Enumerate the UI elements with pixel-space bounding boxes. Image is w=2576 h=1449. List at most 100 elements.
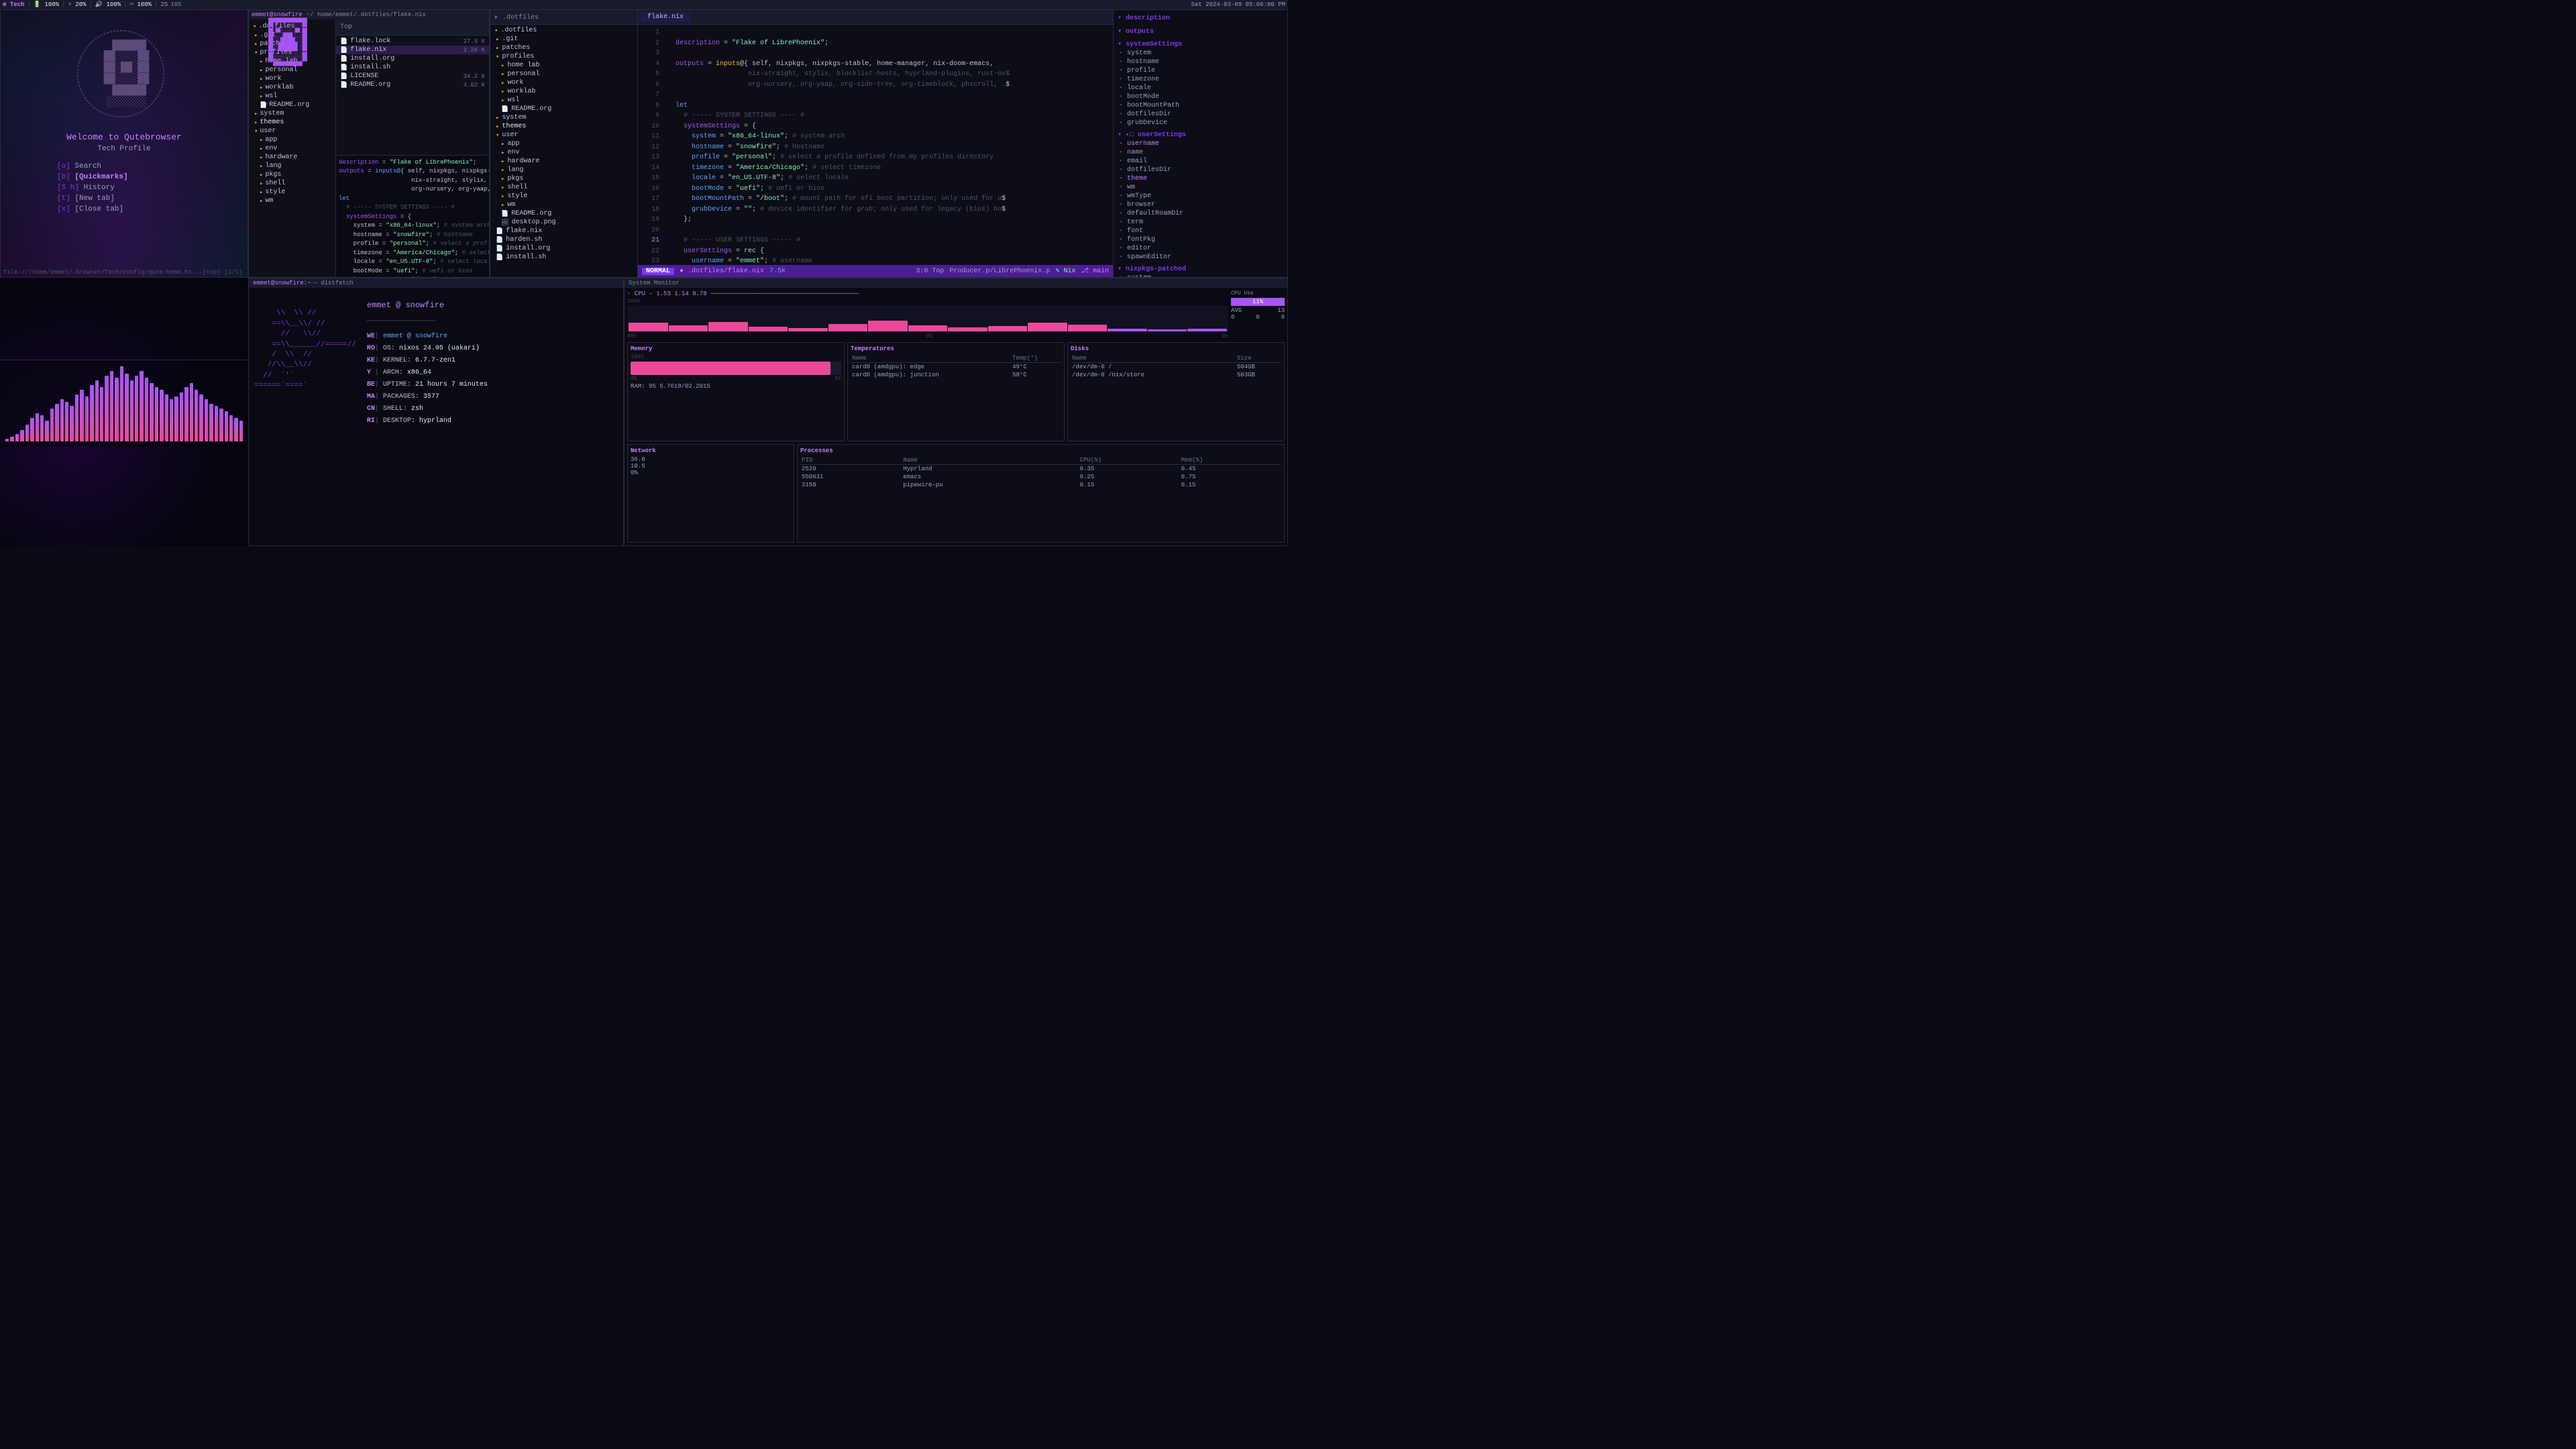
fm-tree-dotfiles[interactable]: ▾ .dotfiles <box>249 22 335 31</box>
qute-menu-closetab[interactable]: [x] [Close tab] <box>57 204 191 215</box>
folder-icon: ▾ <box>253 23 256 30</box>
fm-file-installorg[interactable]: 📄 install.org <box>336 54 489 63</box>
nvim-tree-env[interactable]: ▸ env <box>490 148 637 157</box>
nvim-tree-system[interactable]: ▸ system <box>490 113 637 122</box>
nvim-tree-homelab[interactable]: ▸ home lab <box>490 61 637 70</box>
nvim-outline-grubdevice[interactable]: · grubDevice <box>1114 119 1287 127</box>
nvim-outline-usersettings[interactable]: ▾ ▸□ userSettings <box>1114 130 1287 140</box>
nvim-tree-readme[interactable]: 📄 README.org <box>490 105 637 113</box>
nvim-outline-wmtype[interactable]: · wmType <box>1114 192 1287 201</box>
fm-tree-wsl[interactable]: ▸ wsl <box>249 92 335 101</box>
nvim-tree-pkgs[interactable]: ▸ pkgs <box>490 174 637 183</box>
nvim-tree-installorg[interactable]: 📄 install.org <box>490 244 637 253</box>
nvim-outline-fontpkg[interactable]: · fontPkg <box>1114 235 1287 244</box>
fm-file-flakenix[interactable]: 📄 flake.nix 2.26 K <box>336 46 489 54</box>
nvim-outline-editor[interactable]: · editor <box>1114 244 1287 253</box>
fm-tree-homelab[interactable]: ▸ home lab <box>249 57 335 66</box>
nvim-tree-personal[interactable]: ▸ personal <box>490 70 637 78</box>
fm-tree-user[interactable]: ▾ user <box>249 127 335 136</box>
nvim-outline-nixpkgspatched[interactable]: ▾ nixpkgs-patched <box>1114 264 1287 274</box>
nvim-tree-app[interactable]: ▸ app <box>490 140 637 148</box>
fm-tree-personal[interactable]: ▸ personal <box>249 66 335 74</box>
fm-topbar-path: ~/ home/emmet/.dotfiles/flake.nix <box>307 11 426 18</box>
nvim-outline-name[interactable]: · name <box>1114 148 1287 157</box>
folder-icon: ▸ <box>496 115 499 121</box>
fm-header: Top <box>336 19 489 36</box>
qute-menu-history[interactable]: [S h] History <box>57 182 191 193</box>
nvim-outline-hostname[interactable]: · hostname <box>1114 58 1287 66</box>
file-icon: 📄 <box>340 73 347 80</box>
qute-menu-quickmarks[interactable]: [b] [Quickmarks] <box>57 172 191 182</box>
fm-tree-app[interactable]: ▸ app <box>249 136 335 144</box>
fm-tree-wm[interactable]: ▸ wm <box>249 197 335 205</box>
nvim-outline-browser[interactable]: · browser <box>1114 201 1287 209</box>
nvim-tree-hardware[interactable]: ▸ hardware <box>490 157 637 166</box>
nvim-outline-timezone[interactable]: · timezone <box>1114 75 1287 84</box>
nvim-tree-dotfiles[interactable]: ▾ .dotfiles <box>490 26 637 35</box>
nvim-tree-lang[interactable]: ▸ lang <box>490 166 637 174</box>
nvim-outline-username[interactable]: · username <box>1114 140 1287 148</box>
nvim-tree-themes[interactable]: ▸ themes <box>490 122 637 131</box>
nvim-outline-bootmountpath[interactable]: · bootMountPath <box>1114 101 1287 110</box>
nvim-outline-sys2[interactable]: · system <box>1114 274 1287 277</box>
nvim-outline-profile[interactable]: · profile <box>1114 66 1287 75</box>
nvim-tree-worklab[interactable]: ▸ worklab <box>490 87 637 96</box>
nvim-outline-bootmode[interactable]: · bootMode <box>1114 93 1287 101</box>
nvim-outline-font[interactable]: · font <box>1114 227 1287 235</box>
fm-tree-git[interactable]: ▸ .git <box>249 31 335 40</box>
fm-tree-profiles[interactable]: ▾ profiles <box>249 48 335 57</box>
fm-file-license[interactable]: 📄 LICENSE 34.2 K <box>336 72 489 80</box>
nvim-outline-wm[interactable]: · wm <box>1114 183 1287 192</box>
nvim-tree-style[interactable]: ▸ style <box>490 192 637 201</box>
sysmon-disks-panel: Disks Name Size /dev/dm-0 / 504GB <box>1067 342 1285 441</box>
nvim-tree-installsh[interactable]: 📄 install.sh <box>490 253 637 262</box>
topbar-ws1[interactable]: 2S <box>160 1 168 8</box>
folder-icon: ▸ <box>254 111 258 117</box>
fm-file-installsh[interactable]: 📄 install.sh <box>336 63 489 72</box>
nvim-outline-theme[interactable]: · theme <box>1114 174 1287 183</box>
fm-tree-pkgs[interactable]: ▸ pkgs <box>249 170 335 179</box>
nvim-tree-profiles[interactable]: ▾ profiles <box>490 52 637 61</box>
fm-tree-shell[interactable]: ▸ shell <box>249 179 335 188</box>
fm-tree-patches[interactable]: ▸ patches <box>249 40 335 48</box>
topbar-ws2[interactable]: 10S <box>170 1 181 8</box>
nvim-code-content: description = "Flake of LibrePhoenix"; o… <box>662 25 1113 265</box>
file-icon: 📄 <box>340 38 347 45</box>
nvim-tree-wsl[interactable]: ▸ wsl <box>490 96 637 105</box>
fm-tree-env[interactable]: ▸ env <box>249 144 335 153</box>
fm-file-readmeorg[interactable]: 📄 README.org 4.02 K <box>336 80 489 89</box>
nvim-tree-shell[interactable]: ▸ shell <box>490 183 637 192</box>
nvim-tab-flakenix[interactable]: flake.nix <box>641 12 690 22</box>
nvim-outline-dotfilesdir1[interactable]: · dotfilesDir <box>1114 110 1287 119</box>
nvim-tree-hardensh[interactable]: 📄 harden.sh <box>490 235 637 244</box>
fm-tree-worklab[interactable]: ▸ worklab <box>249 83 335 92</box>
fm-tree-style[interactable]: ▸ style <box>249 188 335 197</box>
fm-tree-system[interactable]: ▸ system <box>249 109 335 118</box>
nvim-outline-dotfilesdir2[interactable]: · dotfilesDir <box>1114 166 1287 174</box>
fm-file-flakelock[interactable]: 📄 flake.lock 27.5 K <box>336 37 489 46</box>
neo-topbar-cmd: — distfetch <box>313 280 353 286</box>
fm-tree-hardware[interactable]: ▸ hardware <box>249 153 335 162</box>
qute-menu-search[interactable]: [o] Search <box>57 161 191 172</box>
nvim-tree-readme2[interactable]: 📄 README.org <box>490 209 637 218</box>
nvim-tree-desktoppng[interactable]: 🖼 desktop.png <box>490 218 637 227</box>
fm-tree-readme1[interactable]: 📄 README.org <box>249 101 335 109</box>
nvim-tree-flakenix[interactable]: 📄 flake.nix <box>490 227 637 235</box>
qute-menu-newtab[interactable]: [t] [New tab] <box>57 193 191 204</box>
nvim-outline-term[interactable]: · term <box>1114 218 1287 227</box>
nvim-tree-git[interactable]: ▸ .git <box>490 35 637 44</box>
nvim-tree-wm[interactable]: ▸ wm <box>490 201 637 209</box>
sysmon-cpu-axis: 60s 0% 0s <box>627 333 1228 339</box>
nvim-tree-user[interactable]: ▾ user <box>490 131 637 140</box>
nvim-tree-patches[interactable]: ▸ patches <box>490 44 637 52</box>
nvim-outline-systemsettings[interactable]: ▾ systemSettings <box>1114 40 1287 49</box>
fm-tree-lang[interactable]: ▸ lang <box>249 162 335 170</box>
nvim-outline-email[interactable]: · email <box>1114 157 1287 166</box>
nvim-outline-locale[interactable]: · locale <box>1114 84 1287 93</box>
nvim-outline-defaultroamdir[interactable]: · defaultRoamDir <box>1114 209 1287 218</box>
nvim-tree-work[interactable]: ▸ work <box>490 78 637 87</box>
fm-tree-work[interactable]: ▸ work <box>249 74 335 83</box>
nvim-outline-system[interactable]: · system <box>1114 49 1287 58</box>
fm-tree-themes[interactable]: ▸ themes <box>249 118 335 127</box>
nvim-outline-spawned[interactable]: · spawnEditor <box>1114 253 1287 262</box>
